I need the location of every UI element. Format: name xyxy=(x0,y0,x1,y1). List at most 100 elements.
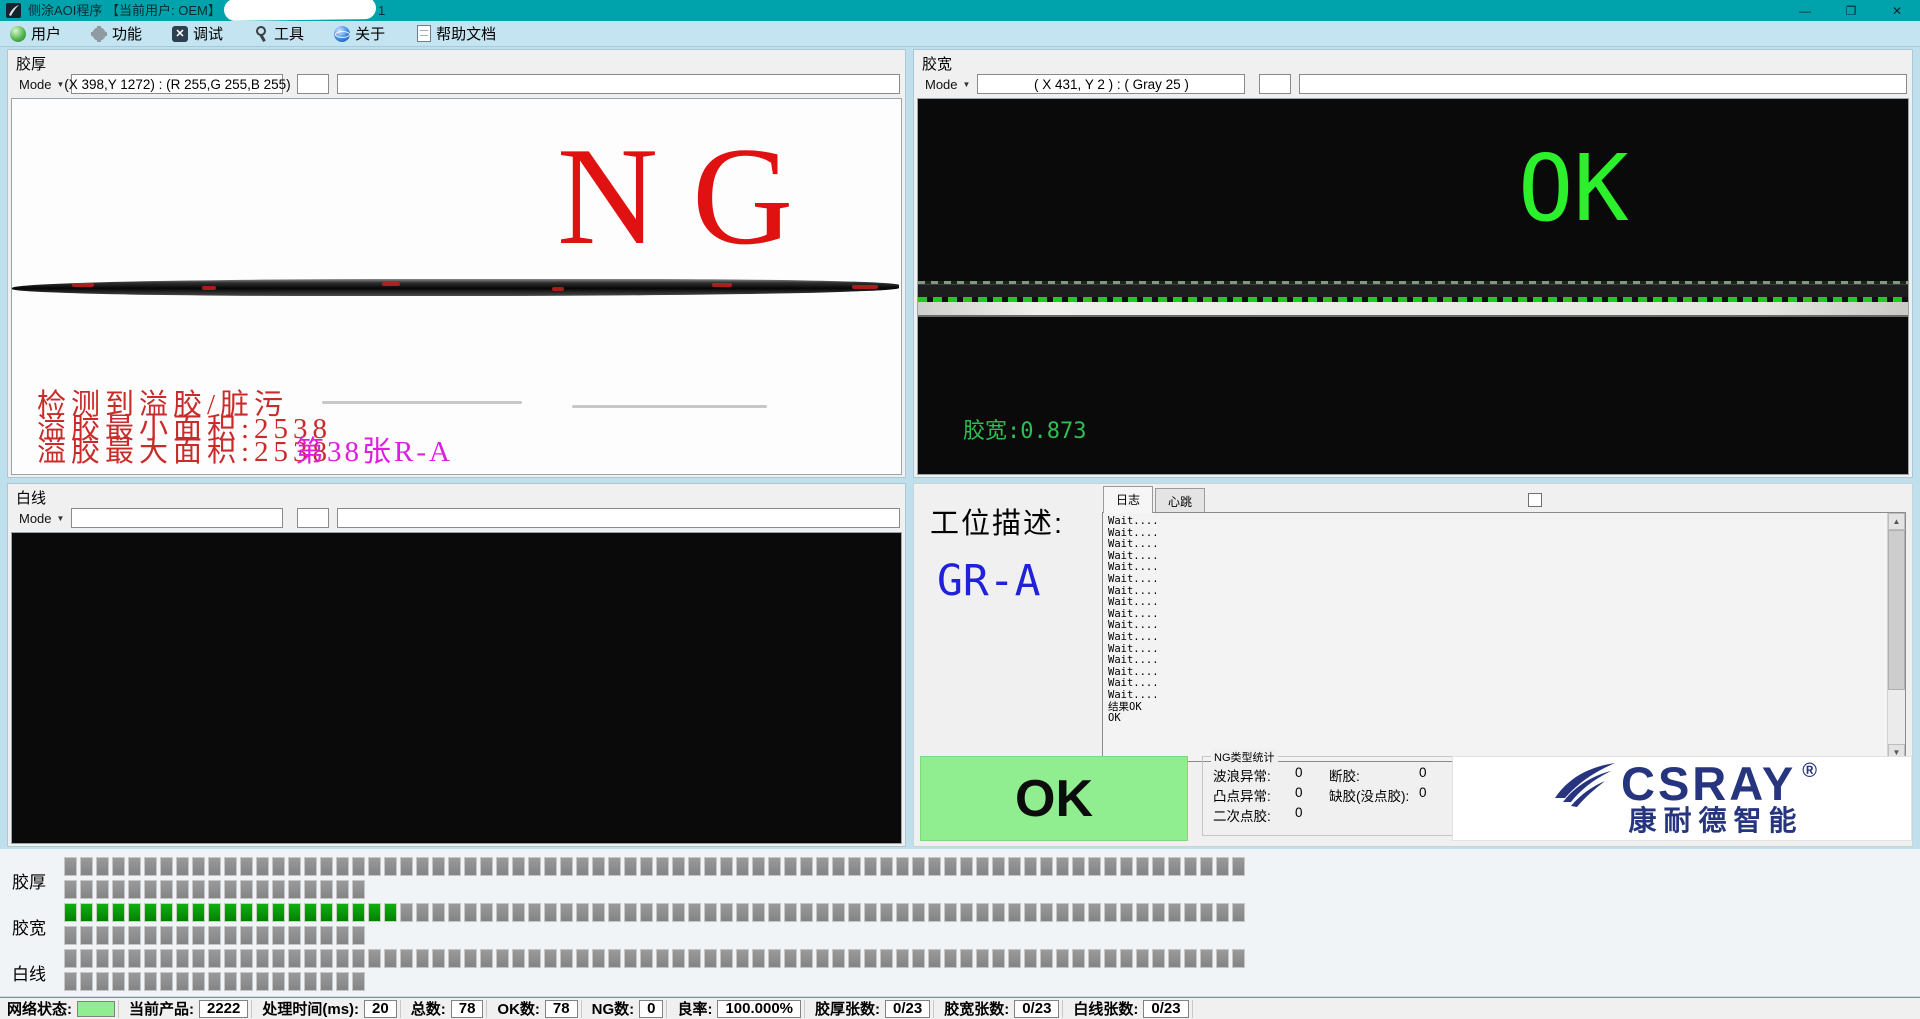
menu-item-user[interactable]: 用户 xyxy=(10,23,61,44)
menu-item-debug[interactable]: ✕ 调试 xyxy=(172,23,223,44)
minimize-button[interactable]: — xyxy=(1782,0,1828,21)
indicator-cell xyxy=(768,949,781,968)
app-icon xyxy=(6,3,21,18)
glue-thickness-image[interactable]: NG 检测到溢胶/脏污 溢胶最小面积:2538 溢胶最大面积:2538 第38张… xyxy=(11,98,902,475)
indicator-cell xyxy=(352,972,365,991)
log-line: Wait.... xyxy=(1108,528,1905,540)
scrollbar-thumb[interactable] xyxy=(1888,530,1905,690)
overall-result-button[interactable]: OK xyxy=(920,756,1188,841)
indicator-cell xyxy=(1024,949,1037,968)
menu-item-label: 调试 xyxy=(193,23,223,44)
indicator-cell xyxy=(720,857,733,876)
statusbar-label: 处理时间(ms): xyxy=(255,998,364,1019)
log-scrollbar[interactable]: ▲ ▼ xyxy=(1887,513,1905,761)
indicator-cell xyxy=(336,903,349,922)
maximize-button[interactable]: ❐ xyxy=(1828,0,1874,21)
indicator-cell xyxy=(176,880,189,899)
indicator-cell xyxy=(624,857,637,876)
indicator-cell xyxy=(784,949,797,968)
pixel-info-field[interactable]: (X 398,Y 1272) : (R 255,G 255,B 255) xyxy=(71,74,283,94)
indicator-cell xyxy=(752,903,765,922)
indicator-cell xyxy=(1088,857,1101,876)
small-field[interactable] xyxy=(297,508,329,528)
indicator-cell xyxy=(704,903,717,922)
indicator-cell xyxy=(800,903,813,922)
defect-report-text: 检测到溢胶/脏污 溢胶最小面积:2538 溢胶最大面积:2538 第38张R-A xyxy=(37,394,332,465)
scroll-up-icon[interactable]: ▲ xyxy=(1888,513,1905,530)
mode-dropdown[interactable]: Mode ▼ xyxy=(919,77,973,92)
log-tab-日志[interactable]: 日志 xyxy=(1103,486,1153,513)
panel-glue-width-title: 胶宽 xyxy=(914,50,1912,72)
debug-icon: ✕ xyxy=(172,26,188,42)
defect-line-3: 溢胶最大面积:2538 xyxy=(37,436,332,468)
indicator-cell xyxy=(1056,949,1069,968)
indicator-cell xyxy=(1232,903,1245,922)
indicator-cell xyxy=(512,857,525,876)
indicator-cell xyxy=(144,857,157,876)
indicator-cell xyxy=(784,857,797,876)
statusbar-label: NG数: xyxy=(585,998,640,1019)
indicator-cell xyxy=(320,949,333,968)
indicator-cell xyxy=(320,880,333,899)
indicator-cell xyxy=(688,857,701,876)
log-line: Wait.... xyxy=(1108,632,1905,644)
indicator-cell xyxy=(768,903,781,922)
mode-dropdown[interactable]: Mode ▼ xyxy=(13,511,67,526)
indicator-cell xyxy=(80,926,93,945)
station-description-label: 工位描述: xyxy=(930,500,1064,542)
indicator-cell xyxy=(656,857,669,876)
indicator-cell xyxy=(1136,857,1149,876)
indicator-cell xyxy=(1040,949,1053,968)
indicator-cell xyxy=(128,903,141,922)
log-tab-心跳[interactable]: 心跳 xyxy=(1155,488,1205,513)
indicator-cell xyxy=(784,903,797,922)
mode-dropdown[interactable]: Mode ▼ xyxy=(13,77,67,92)
pixel-info-field[interactable]: ( X 431, Y 2 ) : ( Gray 25 ) xyxy=(977,74,1245,94)
small-field[interactable] xyxy=(1259,74,1291,94)
indicator-row xyxy=(64,857,1245,876)
indicator-cell xyxy=(336,880,349,899)
indicator-row xyxy=(64,880,365,899)
indicator-cell xyxy=(288,880,301,899)
indicator-cell xyxy=(608,903,621,922)
log-line: Wait.... xyxy=(1108,678,1905,690)
indicator-cell xyxy=(192,903,205,922)
ng-stat-value: 0 xyxy=(1419,765,1427,780)
menu-item-about[interactable]: 关于 xyxy=(334,23,385,44)
glue-width-image[interactable]: OK 胶宽:0.873 xyxy=(917,98,1909,475)
indicator-cell xyxy=(752,857,765,876)
indicator-cell xyxy=(1120,949,1133,968)
message-field[interactable] xyxy=(1299,74,1907,94)
indicator-cell xyxy=(272,880,285,899)
close-button[interactable]: ✕ xyxy=(1874,0,1920,21)
indicator-cell xyxy=(1056,903,1069,922)
white-line-toolbar: Mode ▼ xyxy=(13,507,900,529)
indicator-cell xyxy=(736,903,749,922)
pixel-info-field[interactable] xyxy=(71,508,283,528)
indicator-cell xyxy=(176,926,189,945)
indicator-cell xyxy=(224,972,237,991)
log-checkbox[interactable] xyxy=(1528,493,1542,507)
indicator-cell xyxy=(320,926,333,945)
menu-item-tools[interactable]: 工具 xyxy=(253,23,304,44)
indicator-cell xyxy=(352,857,365,876)
statusbar-label: OK数: xyxy=(490,998,545,1019)
indicator-cell xyxy=(256,880,269,899)
indicator-cell xyxy=(320,903,333,922)
mode-label: Mode xyxy=(19,511,52,526)
indicator-cell xyxy=(176,903,189,922)
indicator-cell xyxy=(624,949,637,968)
message-field[interactable] xyxy=(337,74,900,94)
indicator-cell xyxy=(496,857,509,876)
white-line-image[interactable] xyxy=(11,532,902,844)
indicator-cell xyxy=(64,949,77,968)
indicator-cell xyxy=(512,903,525,922)
menu-item-function[interactable]: 功能 xyxy=(91,23,142,44)
menu-item-help[interactable]: 帮助文档 xyxy=(415,23,496,44)
indicator-cell xyxy=(400,903,413,922)
small-field[interactable] xyxy=(297,74,329,94)
message-field[interactable] xyxy=(337,508,900,528)
indicator-cell xyxy=(80,949,93,968)
indicator-cell xyxy=(192,880,205,899)
indicator-cell xyxy=(1024,903,1037,922)
